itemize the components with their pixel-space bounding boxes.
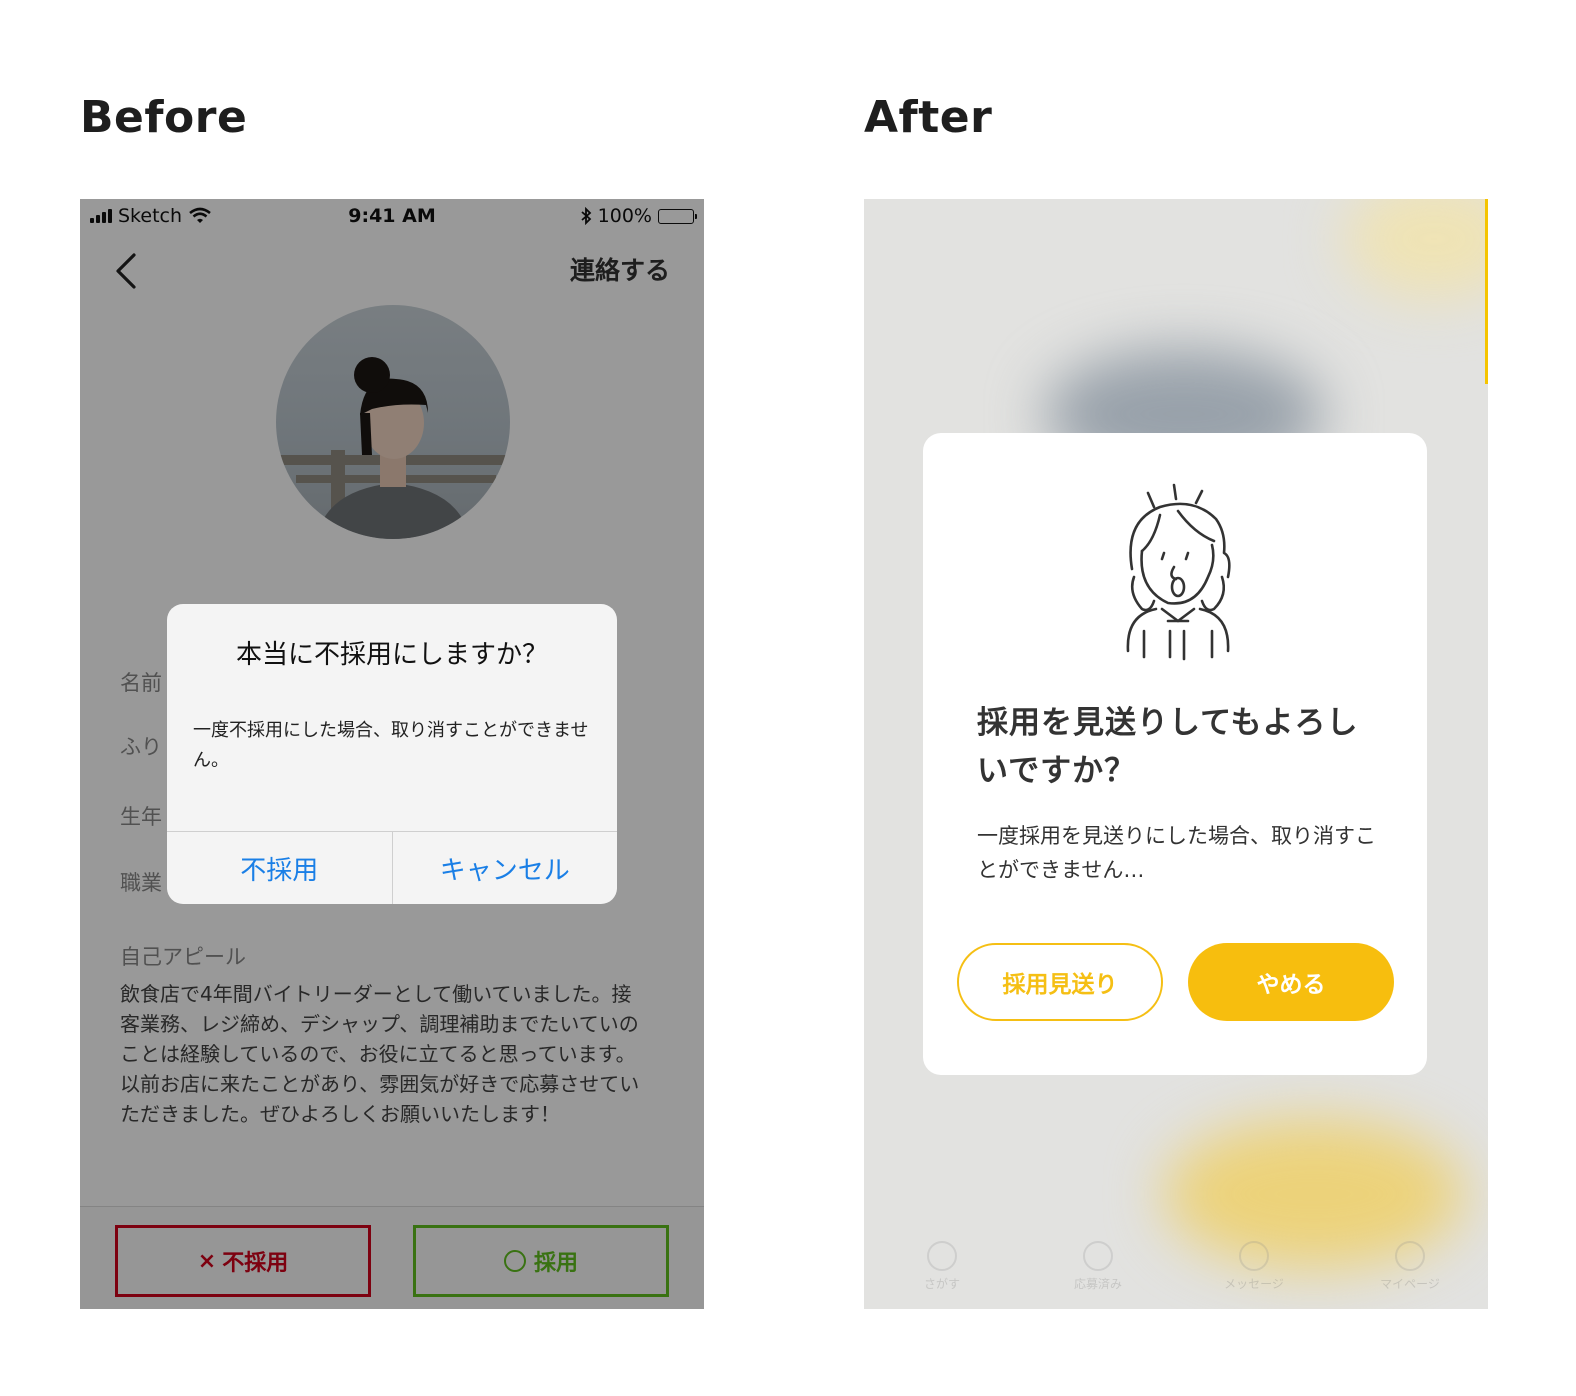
tab-label: マイページ (1380, 1276, 1440, 1291)
tab-search[interactable]: さがす (864, 1223, 1020, 1309)
after-phone-screen: さがす 応募済み メッセージ マイページ 採用を見送りしてもよろしいですか？ 一… (864, 199, 1488, 1309)
worried-person-illustration (1126, 483, 1231, 661)
stop-button[interactable]: やめる (1188, 943, 1394, 1021)
search-icon (927, 1240, 957, 1271)
before-phone-screen: Sketch 9:41 AM 100% 連絡する 名前 ふり 生年 職業 自己ア… (80, 199, 704, 1309)
tab-mypage[interactable]: マイページ (1332, 1223, 1488, 1309)
decline-hire-button[interactable]: 採用見送り (957, 943, 1163, 1021)
confirm-alert: 本当に不採用にしますか？ 一度不採用にした場合、取り消すことができません。 不採… (167, 604, 617, 904)
tab-message[interactable]: メッセージ (1176, 1223, 1332, 1309)
alert-reject-button[interactable]: 不採用 (167, 832, 393, 904)
modal-title: 採用を見送りしてもよろしいですか？ (977, 705, 1359, 789)
confirm-modal: 採用を見送りしてもよろしいですか？ 一度採用を見送りにした場合、取り消すことがで… (923, 433, 1427, 1075)
tab-bar: さがす 応募済み メッセージ マイページ (864, 1223, 1488, 1309)
tab-label: 応募済み (1073, 1276, 1122, 1291)
tab-applied[interactable]: 応募済み (1020, 1223, 1176, 1309)
background-blur (1344, 199, 1488, 299)
alert-cancel-button[interactable]: キャンセル (393, 832, 618, 904)
check-icon (1083, 1240, 1113, 1271)
chat-icon (1239, 1240, 1269, 1271)
person-icon (1395, 1240, 1425, 1271)
alert-message: 一度不採用にした場合、取り消すことができません。 (193, 720, 589, 771)
modal-message: 一度採用を見送りにした場合、取り消すことができません… (977, 824, 1376, 882)
alert-title: 本当に不採用にしますか？ (235, 640, 548, 670)
tab-label: さがす (923, 1276, 960, 1291)
tab-label: メッセージ (1224, 1276, 1284, 1291)
after-heading: After (864, 92, 993, 143)
before-heading: Before (80, 92, 248, 143)
accent-edge (1485, 199, 1488, 384)
